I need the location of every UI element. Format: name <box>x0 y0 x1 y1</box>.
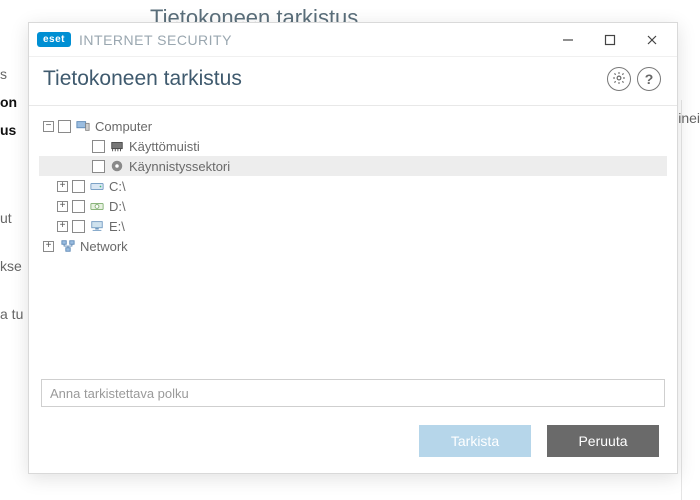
window-maximize-button[interactable] <box>595 28 625 52</box>
tree-label: Network <box>80 239 128 254</box>
checkbox[interactable] <box>92 160 105 173</box>
tree-node-drive-c[interactable]: + C:\ <box>39 176 667 196</box>
expand-icon[interactable]: + <box>43 241 54 252</box>
boot-sector-icon <box>109 158 125 174</box>
checkbox[interactable] <box>72 180 85 193</box>
drive-icon <box>89 178 105 194</box>
bg-fragment: on <box>0 88 28 116</box>
network-icon <box>60 238 76 254</box>
dialog-title: Tietokoneen tarkistus <box>43 67 242 91</box>
optical-drive-icon <box>89 198 105 214</box>
tree-label: Computer <box>95 119 152 134</box>
bg-fragment: inei <box>678 110 700 126</box>
window-titlebar: eset INTERNET SECURITY <box>29 23 677 57</box>
network-drive-icon <box>89 218 105 234</box>
tree-label: E:\ <box>109 219 125 234</box>
tree-label: Käynnistyssektori <box>129 159 230 174</box>
bg-fragment: ut <box>0 204 28 232</box>
expand-icon[interactable]: + <box>57 181 68 192</box>
tree-label: D:\ <box>109 199 126 214</box>
bg-fragment: a tu <box>0 300 28 328</box>
help-button[interactable]: ? <box>637 67 661 91</box>
tree-node-memory[interactable]: Käyttömuisti <box>39 136 667 156</box>
scan-button[interactable]: Tarkista <box>419 425 531 457</box>
checkbox[interactable] <box>58 120 71 133</box>
expand-icon[interactable]: + <box>57 201 68 212</box>
scan-targets-tree: − Computer Käyttömuisti <box>29 106 677 375</box>
memory-icon <box>109 138 125 154</box>
brand-name: INTERNET SECURITY <box>79 32 232 48</box>
question-icon: ? <box>645 71 654 87</box>
expand-icon[interactable]: + <box>57 221 68 232</box>
scan-path-input[interactable] <box>41 379 665 407</box>
checkbox[interactable] <box>92 140 105 153</box>
window-close-button[interactable] <box>637 28 667 52</box>
cancel-button[interactable]: Peruuta <box>547 425 659 457</box>
tree-label: Käyttömuisti <box>129 139 200 154</box>
settings-button[interactable] <box>607 67 631 91</box>
collapse-icon[interactable]: − <box>43 121 54 132</box>
bg-fragment: s <box>0 60 28 88</box>
tree-node-drive-e[interactable]: + E:\ <box>39 216 667 236</box>
tree-node-computer[interactable]: − Computer <box>39 116 667 136</box>
bg-fragment: us <box>0 116 28 144</box>
tree-label: C:\ <box>109 179 126 194</box>
brand-badge: eset <box>37 32 71 47</box>
gear-icon <box>612 71 626 88</box>
checkbox[interactable] <box>72 200 85 213</box>
bg-fragment: kse <box>0 252 28 280</box>
window-minimize-button[interactable] <box>553 28 583 52</box>
checkbox[interactable] <box>72 220 85 233</box>
scan-targets-dialog: eset INTERNET SECURITY Tietokoneen tarki… <box>28 22 678 474</box>
computer-icon <box>75 118 91 134</box>
dialog-header: Tietokoneen tarkistus ? <box>29 57 677 106</box>
tree-node-network[interactable]: + Network <box>39 236 667 256</box>
tree-node-boot-sector[interactable]: Käynnistyssektori <box>39 156 667 176</box>
tree-node-drive-d[interactable]: + D:\ <box>39 196 667 216</box>
